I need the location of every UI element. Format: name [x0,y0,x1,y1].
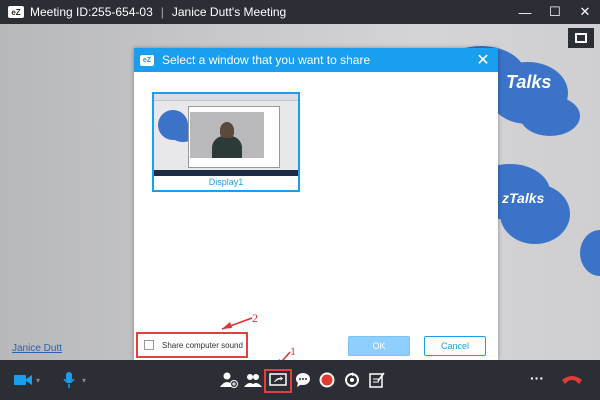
background-logo-text: zTalks [502,190,545,206]
microphone-options-icon[interactable]: ▾ [82,376,86,385]
camera-icon[interactable] [14,372,32,388]
annotation-label-1: 1 [290,344,296,358]
title-separator: | [160,5,164,19]
thumbnail-person-body [212,136,242,158]
ok-button[interactable]: OK [348,336,410,356]
background-cloud [580,230,600,276]
share-sound-checkbox[interactable] [144,340,154,350]
display-label: Display1 [208,177,244,187]
app-logo-icon: eZ [8,6,24,18]
participants-icon[interactable] [244,372,262,388]
thumbnail-person-head [220,122,234,138]
app-logo-icon: eZ [140,54,154,66]
microphone-icon[interactable] [60,372,78,388]
share-sound-label: Share computer sound [162,340,243,350]
meeting-toolbar: ▾ ▾ ··· [0,360,600,400]
share-sound-option[interactable]: Share computer sound [136,332,248,358]
background-cloud [520,96,580,136]
fullscreen-icon [575,33,587,43]
dialog-title: Select a window that you want to share [162,53,371,67]
thumbnail-taskbar [154,170,298,176]
note-icon[interactable] [368,372,386,388]
dialog-close-button[interactable]: ✕ [474,51,492,69]
screen-share-icon[interactable] [269,372,287,388]
display-thumbnail [154,94,298,176]
annotation-label-2: 2 [252,311,258,325]
background-logo-text: Talks [506,72,552,92]
sync-icon[interactable] [343,372,361,388]
participant-name: Janice Dutt [12,343,63,354]
chat-icon[interactable] [294,372,312,388]
meeting-name: Janice Dutt's Meeting [171,5,287,19]
cancel-button[interactable]: Cancel [424,336,486,356]
display-option[interactable]: Display1 [152,92,300,192]
end-call-icon[interactable] [560,372,584,388]
dialog-header: eZ Select a window that you want to shar… [134,48,498,72]
close-button[interactable]: ✕ [570,0,600,24]
title-bar: eZ Meeting ID:255-654-03 | Janice Dutt's… [0,0,600,24]
more-icon[interactable]: ··· [528,370,546,386]
minimize-button[interactable]: — [510,0,540,24]
camera-options-icon[interactable]: ▾ [36,376,40,385]
maximize-button[interactable]: ☐ [540,0,570,24]
window-controls: — ☐ ✕ [510,0,600,24]
add-participant-icon[interactable] [220,372,238,388]
share-window-dialog: eZ Select a window that you want to shar… [134,48,498,360]
meeting-id: Meeting ID:255-654-03 [30,5,153,19]
fullscreen-button[interactable] [568,28,594,48]
thumbnail-toolbar [154,94,298,101]
record-icon[interactable] [318,372,336,388]
